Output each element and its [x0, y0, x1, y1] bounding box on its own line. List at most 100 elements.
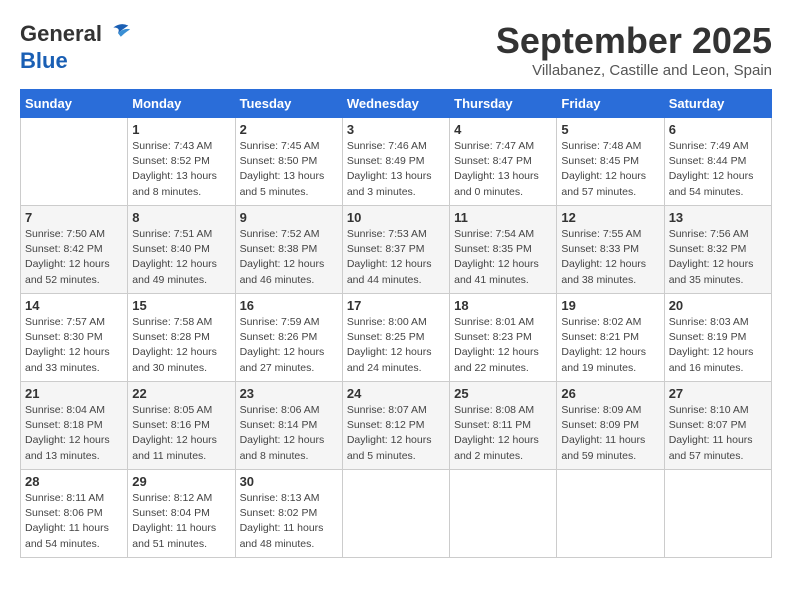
day-number: 24 [347, 386, 445, 401]
day-info: Sunrise: 8:13 AMSunset: 8:02 PMDaylight:… [240, 491, 338, 552]
day-info: Sunrise: 7:50 AMSunset: 8:42 PMDaylight:… [25, 227, 123, 288]
day-number: 16 [240, 298, 338, 313]
page-header: General Blue September 2025 Villabanez, … [20, 20, 772, 79]
day-number: 2 [240, 122, 338, 137]
day-info: Sunrise: 8:10 AMSunset: 8:07 PMDaylight:… [669, 403, 767, 464]
day-info: Sunrise: 7:47 AMSunset: 8:47 PMDaylight:… [454, 139, 552, 200]
calendar-day-12: 12Sunrise: 7:55 AMSunset: 8:33 PMDayligh… [557, 206, 664, 294]
calendar-day-8: 8 Sunrise: 7:51 AMSunset: 8:40 PMDaylight… [128, 206, 235, 294]
calendar-day-15: 15 Sunrise: 7:58 AMSunset: 8:28 PMDayligh… [128, 294, 235, 382]
day-info: Sunrise: 8:00 AMSunset: 8:25 PMDaylight:… [347, 315, 445, 376]
day-number: 27 [669, 386, 767, 401]
title-block: September 2025 Villabanez, Castille and … [496, 20, 772, 79]
empty-day [557, 470, 664, 558]
day-info: Sunrise: 8:07 AMSunset: 8:12 PMDaylight:… [347, 403, 445, 464]
day-number: 21 [25, 386, 123, 401]
day-info: Sunrise: 7:53 AMSunset: 8:37 PMDaylight:… [347, 227, 445, 288]
day-number: 5 [561, 122, 659, 137]
calendar-day-5: 5Sunrise: 7:48 AMSunset: 8:45 PMDaylight… [557, 118, 664, 206]
day-info: Sunrise: 7:45 AMSunset: 8:50 PMDaylight:… [240, 139, 338, 200]
day-number: 10 [347, 210, 445, 225]
weekday-header-sunday: Sunday [21, 90, 128, 118]
logo-general-text: General [20, 21, 102, 47]
day-info: Sunrise: 8:11 AMSunset: 8:06 PMDaylight:… [25, 491, 123, 552]
day-number: 3 [347, 122, 445, 137]
calendar-day-19: 19 Sunrise: 8:02 AMSunset: 8:21 PMDayligh… [557, 294, 664, 382]
calendar-day-26: 26Sunrise: 8:09 AMSunset: 8:09 PMDayligh… [557, 382, 664, 470]
day-number: 18 [454, 298, 552, 313]
day-number: 14 [25, 298, 123, 313]
day-number: 4 [454, 122, 552, 137]
day-info: Sunrise: 8:03 AMSunset: 8:19 PMDaylight:… [669, 315, 767, 376]
calendar-week-5: 28Sunrise: 8:11 AMSunset: 8:06 PMDayligh… [21, 470, 772, 558]
day-number: 8 [132, 210, 230, 225]
calendar-day-4: 4 Sunrise: 7:47 AMSunset: 8:47 PMDaylight… [450, 118, 557, 206]
empty-day [664, 470, 771, 558]
day-info: Sunrise: 7:58 AMSunset: 8:28 PMDaylight:… [132, 315, 230, 376]
calendar-week-4: 21 Sunrise: 8:04 AMSunset: 8:18 PMDayligh… [21, 382, 772, 470]
day-number: 9 [240, 210, 338, 225]
calendar-day-25: 25 Sunrise: 8:08 AMSunset: 8:11 PMDayligh… [450, 382, 557, 470]
empty-day [342, 470, 449, 558]
day-number: 25 [454, 386, 552, 401]
calendar-day-7: 7Sunrise: 7:50 AMSunset: 8:42 PMDaylight… [21, 206, 128, 294]
calendar-week-2: 7Sunrise: 7:50 AMSunset: 8:42 PMDaylight… [21, 206, 772, 294]
empty-day [450, 470, 557, 558]
logo: General Blue [20, 20, 132, 74]
calendar-day-3: 3 Sunrise: 7:46 AMSunset: 8:49 PMDaylight… [342, 118, 449, 206]
calendar-day-18: 18 Sunrise: 8:01 AMSunset: 8:23 PMDayligh… [450, 294, 557, 382]
day-number: 23 [240, 386, 338, 401]
calendar-table: SundayMondayTuesdayWednesdayThursdayFrid… [20, 89, 772, 558]
day-number: 30 [240, 474, 338, 489]
day-info: Sunrise: 7:46 AMSunset: 8:49 PMDaylight:… [347, 139, 445, 200]
calendar-day-10: 10 Sunrise: 7:53 AMSunset: 8:37 PMDayligh… [342, 206, 449, 294]
calendar-day-22: 22 Sunrise: 8:05 AMSunset: 8:16 PMDayligh… [128, 382, 235, 470]
day-info: Sunrise: 8:09 AMSunset: 8:09 PMDaylight:… [561, 403, 659, 464]
logo-blue-text: Blue [20, 48, 132, 74]
day-info: Sunrise: 8:12 AMSunset: 8:04 PMDaylight:… [132, 491, 230, 552]
day-info: Sunrise: 8:01 AMSunset: 8:23 PMDaylight:… [454, 315, 552, 376]
weekday-header-saturday: Saturday [664, 90, 771, 118]
day-info: Sunrise: 7:52 AMSunset: 8:38 PMDaylight:… [240, 227, 338, 288]
day-info: Sunrise: 8:04 AMSunset: 8:18 PMDaylight:… [25, 403, 123, 464]
calendar-week-1: 1 Sunrise: 7:43 AMSunset: 8:52 PMDaylight… [21, 118, 772, 206]
day-info: Sunrise: 8:02 AMSunset: 8:21 PMDaylight:… [561, 315, 659, 376]
day-info: Sunrise: 7:56 AMSunset: 8:32 PMDaylight:… [669, 227, 767, 288]
logo-bird-icon [104, 20, 132, 48]
calendar-day-6: 6Sunrise: 7:49 AMSunset: 8:44 PMDaylight… [664, 118, 771, 206]
day-info: Sunrise: 8:06 AMSunset: 8:14 PMDaylight:… [240, 403, 338, 464]
day-number: 29 [132, 474, 230, 489]
location: Villabanez, Castille and Leon, Spain [496, 62, 772, 79]
day-number: 12 [561, 210, 659, 225]
weekday-header-tuesday: Tuesday [235, 90, 342, 118]
day-info: Sunrise: 7:43 AMSunset: 8:52 PMDaylight:… [132, 139, 230, 200]
calendar-day-16: 16 Sunrise: 7:59 AMSunset: 8:26 PMDayligh… [235, 294, 342, 382]
day-number: 19 [561, 298, 659, 313]
calendar-day-14: 14Sunrise: 7:57 AMSunset: 8:30 PMDayligh… [21, 294, 128, 382]
day-info: Sunrise: 7:54 AMSunset: 8:35 PMDaylight:… [454, 227, 552, 288]
weekday-header-row: SundayMondayTuesdayWednesdayThursdayFrid… [21, 90, 772, 118]
day-info: Sunrise: 7:59 AMSunset: 8:26 PMDaylight:… [240, 315, 338, 376]
day-number: 17 [347, 298, 445, 313]
calendar-day-21: 21 Sunrise: 8:04 AMSunset: 8:18 PMDayligh… [21, 382, 128, 470]
calendar-day-1: 1 Sunrise: 7:43 AMSunset: 8:52 PMDaylight… [128, 118, 235, 206]
weekday-header-wednesday: Wednesday [342, 90, 449, 118]
calendar-day-23: 23 Sunrise: 8:06 AMSunset: 8:14 PMDayligh… [235, 382, 342, 470]
calendar-day-27: 27 Sunrise: 8:10 AMSunset: 8:07 PMDayligh… [664, 382, 771, 470]
day-number: 15 [132, 298, 230, 313]
calendar-day-9: 9 Sunrise: 7:52 AMSunset: 8:38 PMDaylight… [235, 206, 342, 294]
day-info: Sunrise: 8:08 AMSunset: 8:11 PMDaylight:… [454, 403, 552, 464]
calendar-day-20: 20 Sunrise: 8:03 AMSunset: 8:19 PMDayligh… [664, 294, 771, 382]
weekday-header-friday: Friday [557, 90, 664, 118]
day-number: 22 [132, 386, 230, 401]
calendar-day-11: 11Sunrise: 7:54 AMSunset: 8:35 PMDayligh… [450, 206, 557, 294]
day-number: 1 [132, 122, 230, 137]
calendar-day-30: 30 Sunrise: 8:13 AMSunset: 8:02 PMDayligh… [235, 470, 342, 558]
day-info: Sunrise: 7:51 AMSunset: 8:40 PMDaylight:… [132, 227, 230, 288]
weekday-header-thursday: Thursday [450, 90, 557, 118]
calendar-day-13: 13Sunrise: 7:56 AMSunset: 8:32 PMDayligh… [664, 206, 771, 294]
day-info: Sunrise: 8:05 AMSunset: 8:16 PMDaylight:… [132, 403, 230, 464]
calendar-day-29: 29 Sunrise: 8:12 AMSunset: 8:04 PMDayligh… [128, 470, 235, 558]
calendar-day-28: 28Sunrise: 8:11 AMSunset: 8:06 PMDayligh… [21, 470, 128, 558]
day-number: 20 [669, 298, 767, 313]
